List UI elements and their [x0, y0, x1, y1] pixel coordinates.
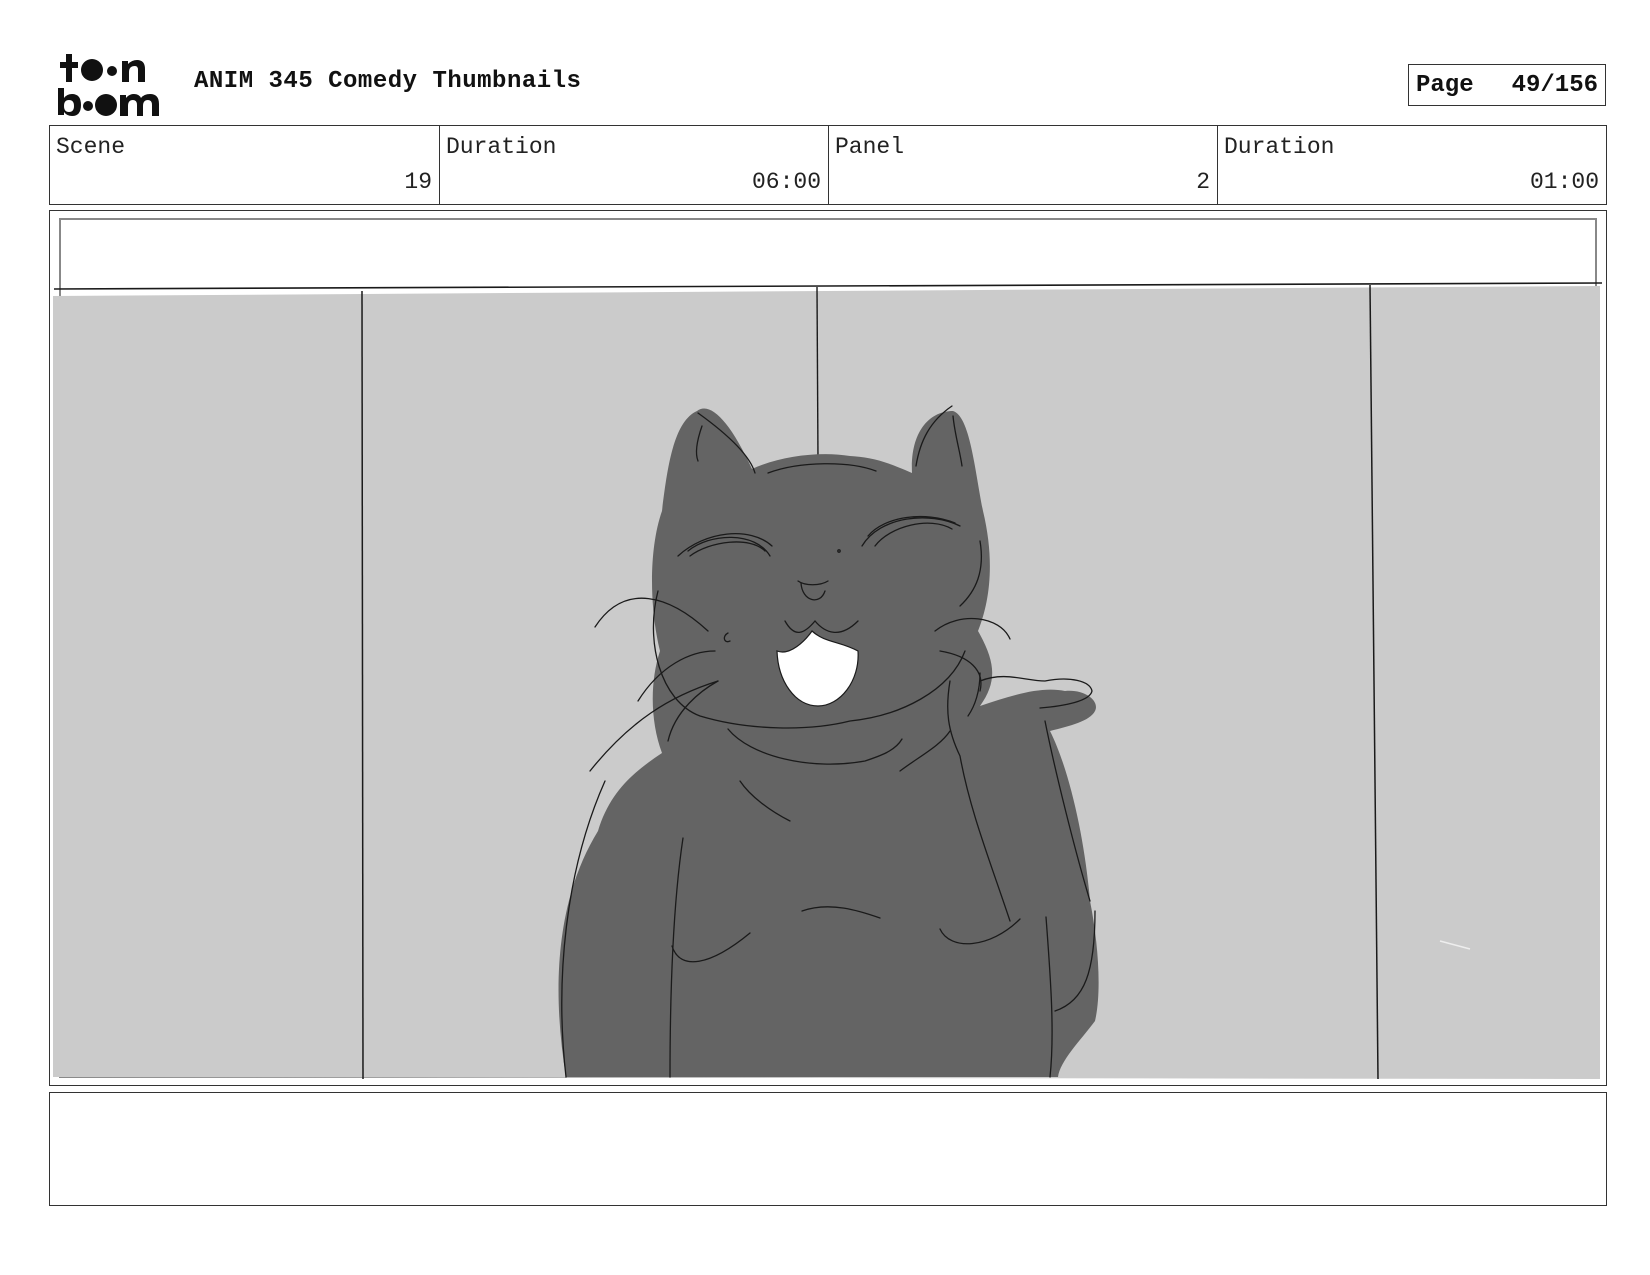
panel-notes-box	[49, 1092, 1607, 1206]
panel-label: Panel	[835, 134, 905, 160]
toon-boom-logo	[58, 54, 159, 116]
document-title: ANIM 345 Comedy Thumbnails	[194, 68, 582, 95]
page-indicator: Page 49/156	[1408, 64, 1606, 106]
storyboard-frame	[49, 210, 1607, 1086]
panel-sketch	[53, 218, 1603, 1080]
page-number: 49/156	[1511, 71, 1598, 99]
scene-duration-value: 06:00	[751, 169, 821, 195]
panel-duration-value: 01:00	[1529, 169, 1599, 195]
scene-duration-label: Duration	[446, 134, 557, 160]
page-label: Page	[1416, 71, 1474, 99]
panel-duration-label: Duration	[1224, 134, 1335, 160]
panel-cell: Panel 2	[828, 126, 1217, 204]
scene-value: 19	[404, 169, 432, 195]
panel-value: 2	[1196, 169, 1210, 195]
scene-duration-cell: Duration 06:00	[439, 126, 828, 204]
scene-label: Scene	[56, 134, 126, 160]
scene-cell: Scene 19	[50, 126, 439, 204]
panel-info-table: Scene 19 Duration 06:00 Panel 2 Duration…	[49, 125, 1607, 205]
panel-duration-cell: Duration 01:00	[1217, 126, 1606, 204]
